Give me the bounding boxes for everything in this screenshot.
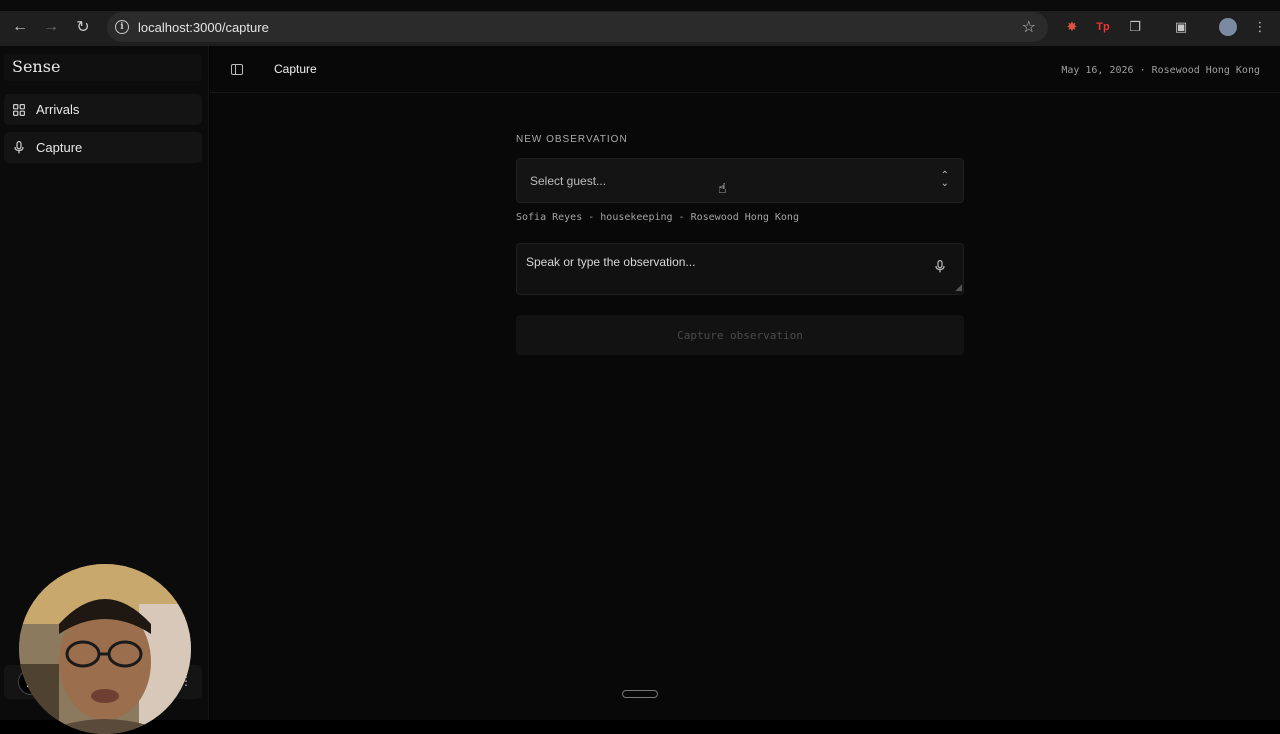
browser-toolbar: ← → ↻ i localhost:3000/capture ☆ ✸ Tp ❐ … <box>0 0 1280 46</box>
sidebar-toggle-icon[interactable] <box>231 64 243 75</box>
microphone-icon <box>13 141 25 154</box>
forward-icon[interactable]: → <box>39 15 63 39</box>
chevron-updown-icon: ⌃ ⌄ <box>940 170 949 189</box>
capture-observation-button[interactable]: Capture observation <box>516 315 964 355</box>
bookmark-star-icon[interactable]: ☆ <box>1022 17 1036 37</box>
extensions-icon[interactable]: ❐ <box>1123 15 1147 39</box>
hand-cursor-icon: ☝ <box>718 180 727 196</box>
reload-icon[interactable]: ↻ <box>71 15 95 39</box>
sidebar-item-label: Capture <box>36 140 83 155</box>
page-title: Capture <box>274 62 317 76</box>
grid-icon <box>13 103 25 116</box>
observation-input[interactable]: Speak or type the observation... ◢ <box>516 243 964 295</box>
extension-icon-2[interactable]: Tp <box>1091 15 1115 39</box>
brand-logo[interactable]: Sense <box>4 54 202 81</box>
webcam-overlay <box>19 564 191 734</box>
main-content: Capture May 16, 2026 · Rosewood Hong Kon… <box>210 46 1280 720</box>
section-label: NEW OBSERVATION <box>516 134 628 145</box>
extension-icon-1[interactable]: ✸ <box>1060 15 1084 39</box>
sidebar-item-label: Arrivals <box>36 102 80 117</box>
site-info-icon[interactable]: i <box>115 20 129 34</box>
sidebar: Sense Arrivals Capture N So Housekeeping… <box>0 46 209 734</box>
sidebar-item-arrivals[interactable]: Arrivals <box>4 94 202 125</box>
resize-handle-icon[interactable]: ◢ <box>955 282 962 293</box>
back-icon[interactable]: ← <box>8 15 32 39</box>
header-meta: May 16, 2026 · Rosewood Hong Kong <box>1061 65 1260 76</box>
guest-select-placeholder: Select guest... <box>530 174 607 188</box>
url-text: localhost:3000/capture <box>138 19 269 35</box>
microphone-icon[interactable] <box>935 260 945 274</box>
home-indicator <box>622 690 658 698</box>
sidebar-item-capture[interactable]: Capture <box>4 132 202 163</box>
guest-select[interactable]: Select guest... ☝ ⌃ ⌄ <box>516 158 964 203</box>
chrome-menu-icon[interactable]: ⋮ <box>1248 15 1272 39</box>
tab-search-icon[interactable]: ▣ <box>1169 15 1193 39</box>
address-bar[interactable]: i localhost:3000/capture ☆ <box>107 12 1048 42</box>
observation-placeholder: Speak or type the observation... <box>526 255 696 269</box>
page-header: Capture May 16, 2026 · Rosewood Hong Kon… <box>210 46 1280 93</box>
context-line: Sofia Reyes - housekeeping - Rosewood Ho… <box>516 212 799 223</box>
profile-avatar[interactable] <box>1216 15 1240 39</box>
